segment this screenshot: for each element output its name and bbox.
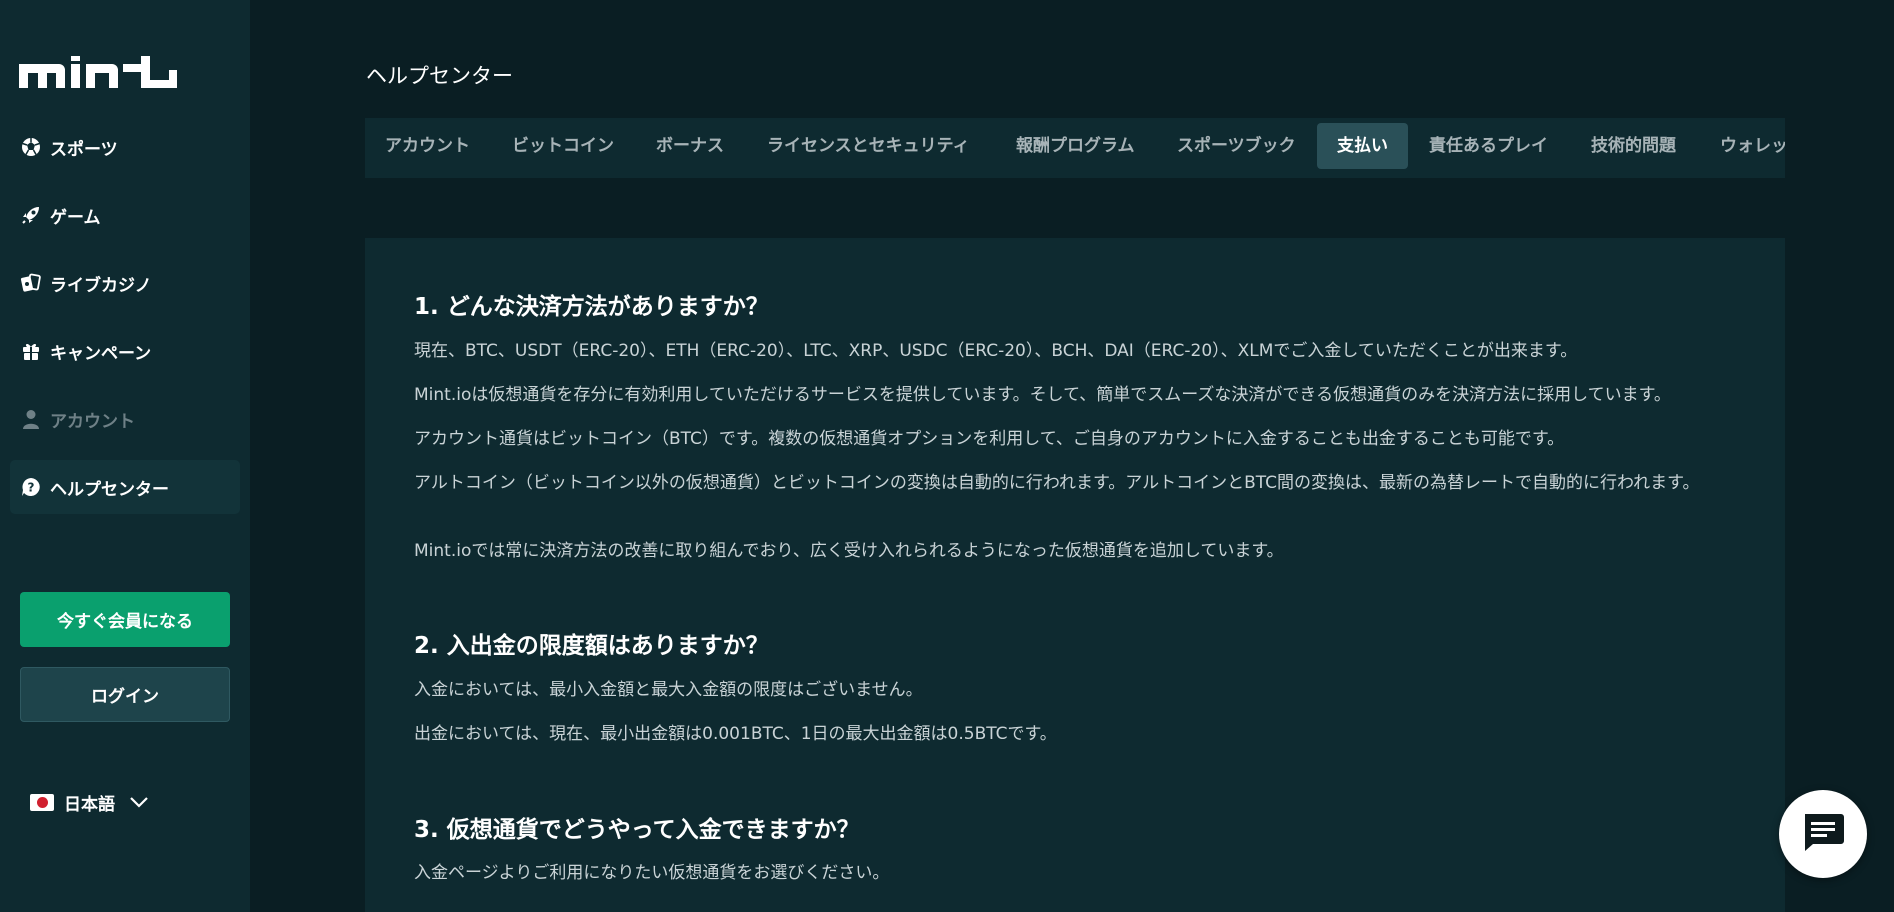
help-icon: ? [20,476,42,498]
chat-icon [1801,812,1845,856]
mint-logo[interactable] [19,56,177,88]
nav-label: ライブカジノ [50,275,152,296]
faq-answer: 入金ページよりご利用になりたい仮想通貨をお選びください。 [414,863,890,883]
tab-license-security[interactable]: ライセンスとセキュリティ [747,123,990,169]
nav-item-help-center[interactable]: ? ヘルプセンター [10,460,240,514]
nav-label: アカウント [50,411,135,432]
tab-payments[interactable]: 支払い [1317,123,1408,169]
language-label: 日本語 [64,795,115,815]
tab-rewards[interactable]: 報酬プログラム [996,123,1155,169]
faq-question: 1. どんな決済方法がありますか？ [414,294,769,320]
nav-item-account[interactable]: アカウント [10,392,240,446]
nav-label: ゲーム [50,207,101,228]
nav-label: キャンペーン [50,343,152,364]
nav-label: スポーツ [50,139,118,160]
user-icon [20,408,42,430]
faq-answer: Mint.ioでは常に決済方法の改善に取り組んでおり、広く受け入れられるようにな… [414,541,1284,561]
nav-item-games[interactable]: ゲーム [10,188,240,242]
sidebar: スポーツ ゲーム ライブカジノ キャンペーン アカウント ? ヘルプセンター 今… [0,0,250,912]
faq-answer: 出金においては、現在、最小出金額は0.001BTC、1日の最大出金額は0.5BT… [414,724,1057,744]
tab-sportsbook[interactable]: スポーツブック [1157,123,1316,169]
faq-question: 2. 入出金の限度額はありますか？ [414,633,769,659]
tab-bitcoin[interactable]: ビットコイン [492,123,634,169]
japan-flag-icon [30,794,54,811]
tab-wallet[interactable]: ウォレット [1700,123,1785,169]
soccer-ball-icon [20,136,42,158]
faq-answer: アカウント通貨はビットコイン（BTC）です。複数の仮想通貨オプションを利用して、… [414,429,1565,449]
tab-bonus[interactable]: ボーナス [636,123,744,169]
cards-icon [20,272,42,294]
language-selector[interactable]: 日本語 [30,790,149,815]
chat-button[interactable] [1779,790,1867,878]
page-title: ヘルプセンター [366,64,513,88]
login-button[interactable]: ログイン [20,667,230,722]
tab-responsible-play[interactable]: 責任あるプレイ [1409,123,1568,169]
gift-icon [20,340,42,362]
nav-item-live-casino[interactable]: ライブカジノ [10,256,240,310]
faq-question: 3. 仮想通貨でどうやって入金できますか？ [414,817,860,843]
faq-panel: 1. どんな決済方法がありますか？ 現在、BTC、USDT（ERC-20）、ET… [365,238,1785,912]
nav-label: ヘルプセンター [50,479,169,500]
help-tabs: アカウント ビットコイン ボーナス ライセンスとセキュリティ 報酬プログラム ス… [365,118,1785,178]
faq-answer: アルトコイン（ビットコイン以外の仮想通貨）とビットコインの変換は自動的に行われま… [414,473,1700,493]
chevron-down-icon [129,793,149,813]
nav-item-sports[interactable]: スポーツ [10,120,240,174]
tab-account[interactable]: アカウント [365,123,490,169]
svg-text:?: ? [28,481,35,495]
rocket-icon [20,204,42,226]
faq-answer: 入金においては、最小入金額と最大入金額の限度はございません。 [414,680,923,700]
tab-technical-issues[interactable]: 技術的問題 [1571,123,1696,169]
nav-item-campaign[interactable]: キャンペーン [10,324,240,378]
faq-answer: Mint.ioは仮想通貨を存分に有効利用していただけるサービスを提供しています。… [414,385,1671,405]
join-now-button[interactable]: 今すぐ会員になる [20,592,230,647]
faq-answer: 現在、BTC、USDT（ERC-20）、ETH（ERC-20）、LTC、XRP、… [414,341,1578,361]
